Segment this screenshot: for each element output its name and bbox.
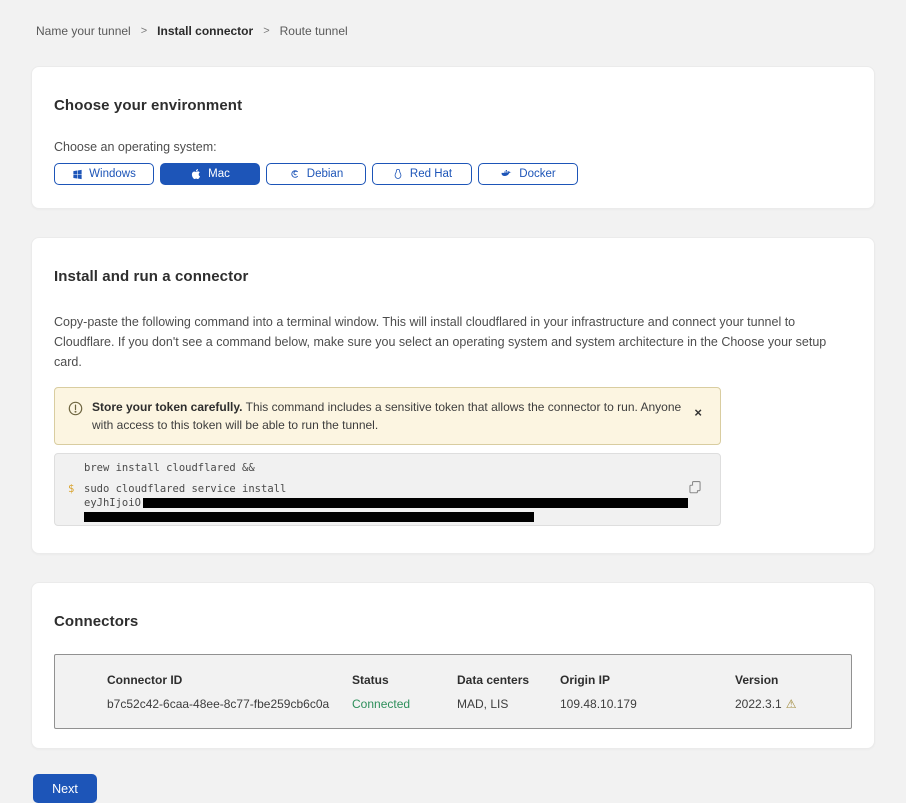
- os-button-docker[interactable]: Docker: [478, 163, 578, 185]
- connector-id-value: b7c52c42-6caa-48ee-8c77-fbe259cb6c0a: [107, 697, 352, 711]
- token-warning-title: Store your token carefully.: [92, 400, 243, 414]
- column-header-connector-id: Connector ID: [107, 673, 352, 687]
- connectors-card-title: Connectors: [54, 613, 852, 630]
- version-value: 2022.3.1⚠: [735, 697, 841, 711]
- os-button-label: Windows: [89, 168, 136, 180]
- version-warning-icon: ⚠: [786, 697, 797, 711]
- os-button-debian[interactable]: Debian: [266, 163, 366, 185]
- os-select-label: Choose an operating system:: [54, 140, 852, 154]
- windows-logo-icon: [72, 169, 83, 180]
- next-button[interactable]: Next: [33, 774, 97, 803]
- apple-logo-icon: [190, 168, 202, 180]
- page: Name your tunnel > Install connector > R…: [0, 0, 906, 740]
- breadcrumb: Name your tunnel > Install connector > R…: [31, 0, 875, 38]
- connector-row: b7c52c42-6caa-48ee-8c77-fbe259cb6c0a Con…: [107, 697, 841, 711]
- install-card: Install and run a connector Copy-paste t…: [31, 237, 875, 554]
- column-header-origin-ip: Origin IP: [560, 673, 735, 687]
- column-header-status: Status: [352, 673, 457, 687]
- environment-card: Choose your environment Choose an operat…: [31, 66, 875, 209]
- redhat-tux-icon: [392, 168, 404, 180]
- data-centers-value: MAD, LIS: [457, 697, 560, 711]
- install-description: Copy-paste the following command into a …: [54, 312, 852, 372]
- connectors-table: Connector ID Status Data centers Origin …: [54, 654, 852, 729]
- connectors-card: Connectors Connector ID Status Data cent…: [31, 582, 875, 749]
- breadcrumb-separator-icon: >: [263, 25, 269, 37]
- docker-whale-icon: [500, 168, 513, 180]
- token-redaction-bar: [84, 512, 534, 522]
- os-button-label: Docker: [519, 168, 555, 180]
- command-code-block: brew install cloudflared && $sudo cloudf…: [54, 453, 721, 526]
- debian-logo-icon: [289, 168, 301, 180]
- breadcrumb-separator-icon: >: [141, 25, 147, 37]
- token-warning-text: Store your token carefully. This command…: [92, 398, 681, 434]
- status-badge: Connected: [352, 697, 457, 711]
- os-button-label: Debian: [307, 168, 343, 180]
- column-header-data-centers: Data centers: [457, 673, 560, 687]
- install-card-title: Install and run a connector: [54, 268, 852, 285]
- alert-circle-icon: [68, 401, 83, 421]
- connectors-table-header: Connector ID Status Data centers Origin …: [107, 673, 841, 687]
- os-button-label: Red Hat: [410, 168, 452, 180]
- shell-prompt: $: [68, 482, 74, 496]
- breadcrumb-name-your-tunnel[interactable]: Name your tunnel: [36, 24, 131, 38]
- os-button-mac[interactable]: Mac: [160, 163, 260, 185]
- command-line-1: brew install cloudflared &&: [55, 461, 720, 475]
- command-line-2: $sudo cloudflared service install: [55, 482, 720, 496]
- os-button-redhat[interactable]: Red Hat: [372, 163, 472, 185]
- environment-card-title: Choose your environment: [54, 97, 852, 114]
- breadcrumb-install-connector[interactable]: Install connector: [157, 24, 253, 38]
- os-button-group: Windows Mac Debian Red Hat: [54, 163, 852, 185]
- column-header-version: Version: [735, 673, 841, 687]
- token-redaction-bar: [143, 498, 688, 508]
- os-button-label: Mac: [208, 168, 230, 180]
- command-token-line: eyJhIjoiO: [55, 496, 720, 510]
- copy-icon[interactable]: [688, 480, 702, 497]
- breadcrumb-route-tunnel[interactable]: Route tunnel: [280, 24, 348, 38]
- close-icon[interactable]: ×: [690, 404, 706, 421]
- os-button-windows[interactable]: Windows: [54, 163, 154, 185]
- origin-ip-value: 109.48.10.179: [560, 697, 735, 711]
- command-token-line-2: [55, 510, 720, 524]
- token-warning-banner: Store your token carefully. This command…: [54, 387, 721, 445]
